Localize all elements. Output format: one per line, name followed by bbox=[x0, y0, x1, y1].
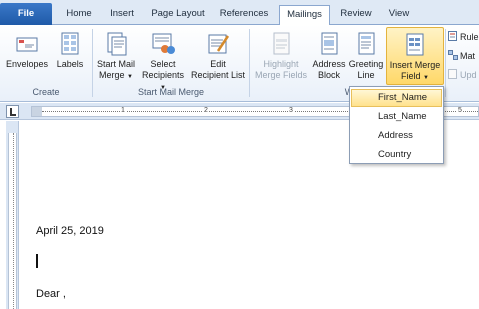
labels-button[interactable]: Labels bbox=[54, 31, 86, 70]
highlight-merge-fields-button[interactable]: Highlight Merge Fields bbox=[252, 31, 310, 81]
ruler-margin bbox=[32, 107, 42, 116]
labels-icon bbox=[57, 31, 83, 57]
ribbon-tab-bar: File Home Insert Page Layout References … bbox=[0, 0, 479, 26]
start-mail-merge-label-2: Merge bbox=[99, 70, 125, 80]
ruler-number: 1 bbox=[120, 107, 126, 114]
tab-selector-icon[interactable] bbox=[6, 105, 19, 118]
menu-item-address[interactable]: Address bbox=[351, 127, 442, 145]
tab-home[interactable]: Home bbox=[60, 5, 98, 25]
insert-merge-field-label-2: Field bbox=[401, 71, 421, 81]
match-fields-button[interactable]: Mat bbox=[448, 50, 475, 62]
edit-list-icon bbox=[205, 31, 231, 57]
tab-insert[interactable]: Insert bbox=[103, 5, 141, 25]
menu-item-last-name[interactable]: Last_Name bbox=[351, 108, 442, 126]
update-labels-button[interactable]: Upd bbox=[448, 69, 477, 81]
edit-recipient-list-label-1: Edit bbox=[210, 59, 226, 69]
recipients-icon bbox=[150, 31, 176, 57]
select-recipients-label-1: Select bbox=[150, 59, 176, 69]
tab-references[interactable]: References bbox=[214, 5, 274, 25]
envelopes-button[interactable]: Envelopes bbox=[4, 31, 50, 70]
rules-label: Rule bbox=[460, 32, 479, 42]
greeting-line-button[interactable]: Greeting Line bbox=[347, 31, 385, 81]
address-block-icon bbox=[316, 31, 342, 57]
select-recipients-label-2: Recipients bbox=[141, 70, 185, 80]
insert-merge-field-dropdown: First_Name Last_Name Address Country bbox=[349, 86, 444, 164]
greeting-line-icon bbox=[353, 31, 379, 57]
insert-merge-field-icon bbox=[402, 32, 428, 58]
dropdown-arrow-icon: ▼ bbox=[423, 75, 429, 81]
vertical-ruler-ticks bbox=[13, 133, 14, 309]
address-block-button[interactable]: Address Block bbox=[311, 31, 347, 81]
group-label-create: Create bbox=[32, 87, 60, 97]
address-block-label-1: Address bbox=[312, 59, 346, 69]
tab-page-layout[interactable]: Page Layout bbox=[146, 5, 210, 25]
group-separator bbox=[445, 29, 446, 97]
envelopes-label: Envelopes bbox=[5, 59, 49, 69]
tab-file[interactable]: File bbox=[0, 3, 52, 25]
greeting-line-label-1: Greeting bbox=[348, 59, 384, 69]
menu-item-country[interactable]: Country bbox=[351, 146, 442, 164]
tab-mailings[interactable]: Mailings bbox=[279, 5, 330, 26]
update-labels-label: Upd bbox=[460, 70, 477, 80]
highlight-fields-icon bbox=[268, 31, 294, 57]
start-mail-merge-button[interactable]: Start Mail Merge ▼ bbox=[94, 31, 138, 83]
ruler-number: 2 bbox=[203, 107, 209, 114]
vertical-ruler[interactable] bbox=[6, 121, 19, 309]
start-mail-merge-icon bbox=[103, 31, 129, 57]
highlight-label-2: Merge Fields bbox=[254, 70, 308, 80]
ruler-number: 3 bbox=[288, 107, 294, 114]
greeting-line-label-2: Line bbox=[357, 70, 375, 80]
text-cursor bbox=[36, 254, 38, 268]
envelope-icon bbox=[14, 31, 40, 57]
insert-merge-field-button[interactable]: Insert Merge Field ▼ bbox=[386, 27, 444, 85]
edit-recipient-list-label-2: Recipient List bbox=[190, 70, 246, 80]
start-mail-merge-label-1: Start Mail bbox=[96, 59, 135, 69]
tab-view[interactable]: View bbox=[381, 5, 417, 25]
tab-review[interactable]: Review bbox=[336, 5, 376, 25]
insert-merge-field-label-1: Insert Merge bbox=[389, 60, 441, 70]
group-separator bbox=[249, 29, 250, 97]
vertical-ruler-track bbox=[8, 133, 17, 309]
select-recipients-button[interactable]: Select Recipients ▼ bbox=[138, 31, 188, 94]
update-labels-icon bbox=[448, 69, 458, 79]
highlight-label-1: Highlight bbox=[263, 59, 299, 69]
ruler-number: 5 bbox=[457, 107, 463, 114]
rules-button[interactable]: Rule bbox=[448, 31, 479, 43]
labels-label: Labels bbox=[56, 59, 84, 69]
group-label-start-mail-merge: Start Mail Merge bbox=[137, 87, 205, 97]
address-block-label-2: Block bbox=[317, 70, 340, 80]
menu-item-first-name[interactable]: First_Name bbox=[351, 89, 442, 107]
match-fields-label: Mat bbox=[460, 51, 476, 61]
document-greeting-line[interactable]: Dear , bbox=[36, 288, 66, 300]
edit-recipient-list-button[interactable]: Edit Recipient List bbox=[189, 31, 247, 81]
dropdown-arrow-icon: ▼ bbox=[127, 74, 133, 80]
document-date-line[interactable]: April 25, 2019 bbox=[36, 225, 104, 237]
match-fields-icon bbox=[448, 50, 458, 60]
rules-icon bbox=[448, 31, 458, 41]
